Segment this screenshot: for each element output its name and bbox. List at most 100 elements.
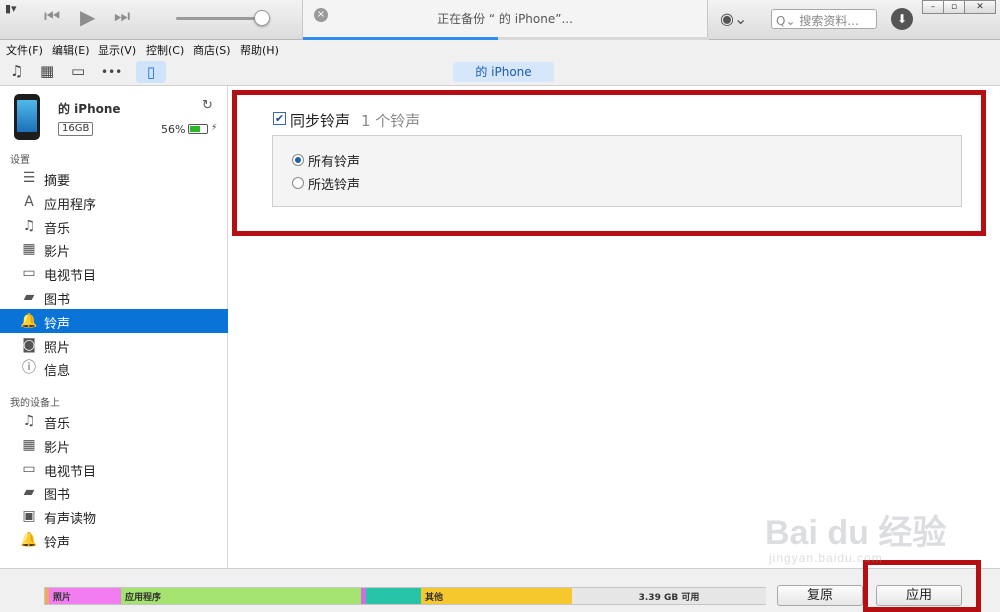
sidebar-item-icon: ⓘ [22,360,36,377]
sidebar-item-label: 图书 [44,293,71,308]
sidebar-item-device-5[interactable]: 🔔 铃声 [0,528,228,552]
sidebar-item-icon: ♫ [22,217,36,234]
movies-icon[interactable]: ▦ [40,63,54,79]
iphone-icon: ▯ [146,63,156,81]
charging-icon: ⚡ [211,123,218,133]
play-icon[interactable]: ▶ [80,7,95,27]
revert-button[interactable]: 复原 [777,585,863,606]
sidebar-item-label: 音乐 [44,417,71,432]
menu-edit[interactable]: 编辑(E) [52,42,90,58]
iphone-image [14,94,40,140]
sidebar-item-settings-5[interactable]: ▰ 图书 [0,285,228,309]
device-name: 的 iPhone [58,102,121,116]
previous-track-icon[interactable]: ⏮ [44,8,60,26]
menu-bar: 文件(F) 编辑(E) 显示(V) 控制(C) 商店(S) 帮助(H) [0,40,1000,58]
app-menu-icon[interactable]: ▮▾ [5,2,17,15]
sidebar-item-label: 铃声 [44,536,71,551]
sidebar-item-device-0[interactable]: ♫ 音乐 [0,409,228,433]
minimize-button[interactable]: – [922,0,944,14]
highlight-frame-apply [863,560,981,612]
sidebar-item-icon: 🔔 [20,312,38,329]
sidebar-item-label: 电视节目 [44,464,97,480]
volume-knob[interactable] [254,10,270,26]
storage-segment: 应用程序 [121,588,361,604]
sidebar-item-settings-2[interactable]: ♫ 音乐 [0,214,228,238]
sidebar-item-label: 影片 [44,440,71,456]
account-icon[interactable]: ◉⌄ [720,9,747,28]
sidebar-item-icon: ▣ [22,508,36,525]
sidebar-item-icon: ◙ [22,336,36,353]
battery-icon [188,124,208,134]
sidebar-item-icon: A [24,193,34,210]
device-tab[interactable]: ▯ [136,61,166,83]
menu-store[interactable]: 商店(S) [193,42,231,58]
highlight-frame-sync [232,90,986,236]
sidebar-item-label: 铃声 [44,316,71,332]
storage-segment-label: 3.39 GB 可用 [638,593,700,603]
sidebar-item-icon: ▦ [22,241,36,258]
battery-percent: 56% [161,123,186,136]
sidebar-item-settings-8[interactable]: ⓘ 信息 [0,356,228,380]
sidebar-item-label: 影片 [44,245,71,261]
sidebar-item-settings-7[interactable]: ◙ 照片 [0,333,228,357]
sidebar-item-icon: ▭ [22,460,36,477]
sidebar-item-label: 应用程序 [44,197,97,213]
sidebar-item-label: 摘要 [44,174,71,189]
menu-help[interactable]: 帮助(H) [240,42,279,58]
sidebar-item-label: 电视节目 [44,269,97,285]
sidebar-item-icon: 🔔 [20,532,38,548]
restore-button[interactable]: ▫ [943,0,965,14]
sidebar-item-label: 照片 [44,340,71,356]
volume-slider[interactable] [176,17,262,20]
download-icon[interactable]: ⬇ [891,8,913,30]
sidebar-item-device-2[interactable]: ▭ 电视节目 [0,457,228,481]
more-icon[interactable]: ••• [101,64,122,80]
sidebar: 的 iPhone ↻ 16GB 56% ⚡ 设置 ☰ 摘要 A 应用程序 ♫ 音乐 ▦ 影片 ▭… [0,86,228,568]
menu-file[interactable]: 文件(F) [6,42,43,58]
device-header: 的 iPhone ↻ 16GB 56% ⚡ [0,86,228,148]
backup-status-text: 正在备份 “ 的 iPhone”... [437,12,573,26]
search-input[interactable]: Q⌄ 搜索资料... [771,9,877,29]
sidebar-item-label: 信息 [44,364,71,380]
device-name-pill[interactable]: 的 iPhone [453,62,554,82]
settings-section-label: 设置 [10,155,30,166]
sidebar-item-icon: ▰ [23,484,35,501]
sidebar-item-icon: ☰ [22,170,36,186]
sidebar-item-label: 音乐 [44,221,71,237]
capacity-badge: 16GB [58,122,94,136]
storage-segment: 照片 [49,588,121,604]
storage-segment: 其他 [421,588,572,604]
status-display: × 正在备份 “ 的 iPhone”... [302,0,709,40]
next-track-icon[interactable]: ⏭ [114,8,130,26]
title-bar: ▮▾ ⏮ ▶ ⏭ × 正在备份 “ 的 iPhone”... ◉⌄ Q⌄ 搜索资… [0,0,1000,40]
sidebar-item-device-4[interactable]: ▣ 有声读物 [0,504,228,528]
sync-icon[interactable]: ↻ [202,98,213,113]
tv-icon[interactable]: ▭ [71,63,85,79]
bottom-bar: 照片 应用程序 其他 3.39 GB 可用 复原 应用 [0,568,1000,612]
close-button[interactable]: ✕ [964,0,996,14]
sidebar-item-settings-0[interactable]: ☰ 摘要 [0,166,228,190]
sidebar-item-device-1[interactable]: ▦ 影片 [0,433,228,457]
sidebar-item-settings-3[interactable]: ▦ 影片 [0,237,228,261]
menu-view[interactable]: 显示(V) [98,42,136,58]
sidebar-item-icon: ▦ [22,436,36,453]
music-icon[interactable]: ♫ [10,63,23,79]
sidebar-item-label: 图书 [44,488,71,504]
sidebar-item-settings-4[interactable]: ▭ 电视节目 [0,261,228,285]
storage-segment-label: 其他 [425,593,444,603]
storage-segment [366,588,421,604]
on-device-section-label: 我的设备上 [10,398,60,409]
sidebar-item-settings-1[interactable]: A 应用程序 [0,190,228,214]
sidebar-item-device-3[interactable]: ▰ 图书 [0,480,228,504]
sidebar-item-icon: ▰ [23,289,35,305]
sidebar-item-icon: ▭ [22,265,36,282]
sidebar-item-icon: ♫ [22,413,36,429]
storage-segment-label: 照片 [53,593,72,603]
media-toolbar: ♫ ▦ ▭ ••• ▯ 的 iPhone [0,58,1000,86]
menu-controls[interactable]: 控制(C) [146,42,184,58]
sidebar-item-label: 有声读物 [44,512,97,528]
storage-capacity-bar: 照片 应用程序 其他 3.39 GB 可用 [44,587,766,605]
sidebar-item-settings-6[interactable]: 🔔 铃声 [0,308,228,333]
storage-segment: 3.39 GB 可用 [572,588,766,604]
storage-segment-label: 应用程序 [125,593,162,603]
